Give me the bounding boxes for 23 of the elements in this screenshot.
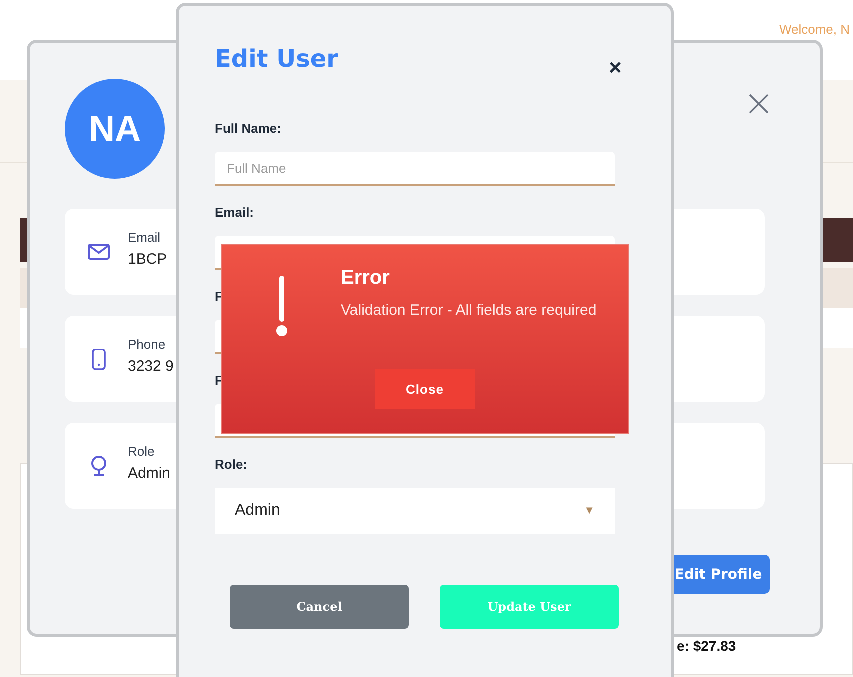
cancel-button[interactable]: Cancel [230, 585, 409, 629]
avatar: NA [65, 79, 165, 179]
info-label: Role [128, 444, 156, 459]
role-select[interactable]: Admin ▼ [215, 488, 615, 534]
total-text: e: $27.83 [677, 638, 736, 654]
close-button[interactable]: × [607, 58, 624, 78]
welcome-text: Welcome, N [779, 22, 850, 37]
field-label: Role: [215, 457, 248, 473]
error-message: Validation Error - All fields are required [341, 302, 597, 319]
info-label: Email [128, 230, 162, 245]
close-button[interactable]: Close [375, 369, 475, 409]
close-icon [749, 94, 769, 114]
field-label: Full Name: [215, 121, 282, 137]
info-value: 3232 9 [128, 358, 174, 375]
info-label: Phone [128, 337, 167, 352]
input-field[interactable]: Full Name [215, 152, 615, 186]
envelope-icon [88, 242, 110, 262]
info-value: 1BCP [128, 251, 168, 268]
field-label: Email: [215, 205, 256, 221]
exclamation-icon [276, 276, 288, 338]
error-title: Error [341, 267, 391, 290]
dialog-title: Edit User [215, 45, 339, 75]
info-value: Admin [128, 465, 171, 482]
